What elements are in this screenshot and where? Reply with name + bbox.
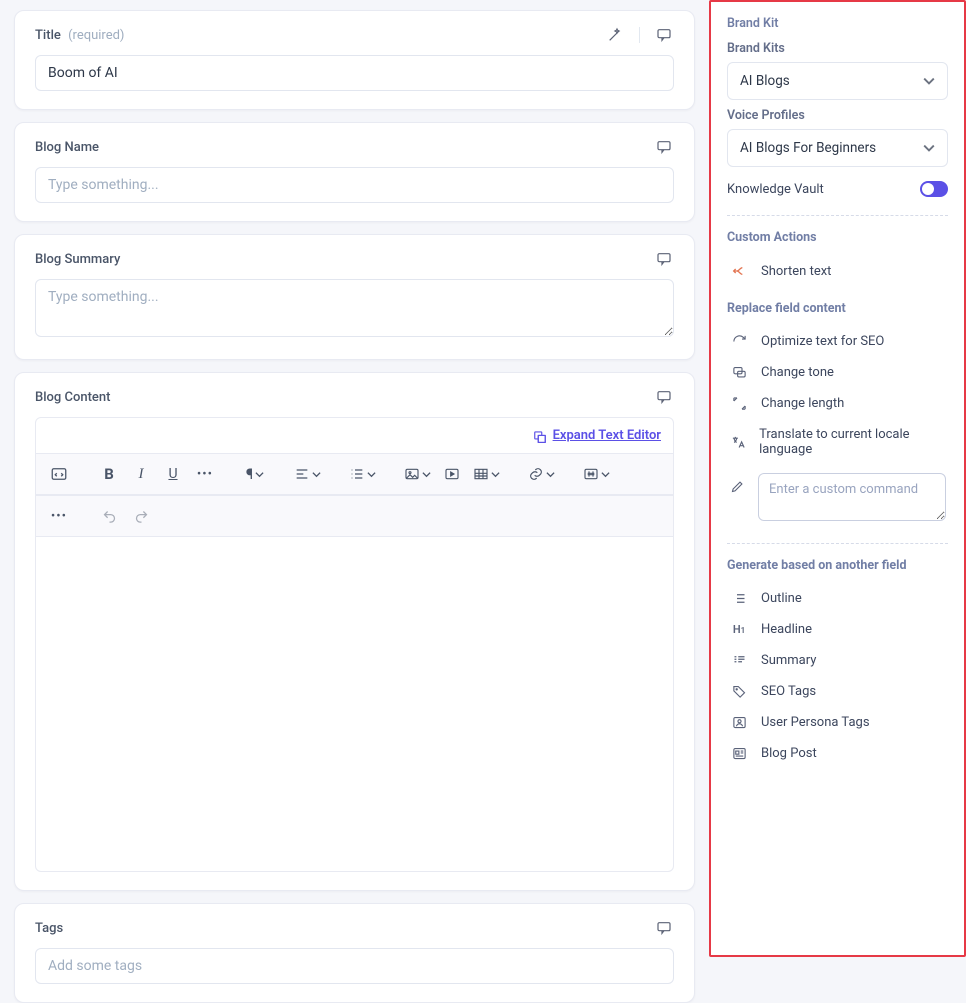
tags-label: Tags [35,921,63,936]
action-seo-tags[interactable]: SEO Tags [727,676,948,707]
blog-name-label: Blog Name [35,140,99,155]
table-dropdown[interactable] [469,460,504,488]
action-change-tone[interactable]: Change tone [727,357,948,388]
main-form: Title (required) Blog Name [0,0,709,957]
custom-actions-heading: Custom Actions [727,230,948,245]
tags-input[interactable] [35,948,674,984]
resize-icon [729,396,749,411]
blog-summary-input[interactable] [35,279,674,337]
magic-wand-icon[interactable] [605,25,625,45]
action-headline[interactable]: H1 Headline [727,614,948,645]
replace-heading: Replace field content [727,301,948,316]
refresh-icon [729,334,749,349]
voice-profiles-label: Voice Profiles [727,108,948,123]
blog-name-input[interactable] [35,167,674,203]
brand-kits-select[interactable]: AI Blogs [727,62,948,100]
brand-kit-heading: Brand Kit [727,16,948,31]
rich-editor: Expand Text Editor B I U ••• ¶ [35,417,674,872]
action-user-persona[interactable]: User Persona Tags [727,707,948,738]
more-icon[interactable]: ••• [44,502,74,530]
blog-content-input[interactable] [36,537,673,867]
knowledge-vault-toggle[interactable] [920,181,948,197]
voice-profiles-select[interactable]: AI Blogs For Beginners [727,129,948,167]
list-icon [729,591,749,606]
blog-icon [729,746,749,761]
action-optimize-seo[interactable]: Optimize text for SEO [727,326,948,357]
hash-dropdown[interactable] [579,460,614,488]
chevron-down-icon [923,142,935,154]
heading-icon: H1 [729,623,749,636]
action-translate[interactable]: Translate to current locale language [727,419,948,465]
blog-summary-label: Blog Summary [35,252,120,267]
code-block-icon[interactable] [44,460,74,488]
undo-icon[interactable] [94,502,124,530]
knowledge-vault-label: Knowledge Vault [727,182,824,197]
divider [727,215,948,216]
action-shorten-text[interactable]: Shorten text [727,255,948,287]
underline-icon[interactable]: U [158,460,188,488]
chat-icon [729,365,749,380]
pencil-icon [729,473,746,494]
title-input[interactable] [35,55,674,91]
tags-card: Tags [14,903,695,1003]
tag-icon [729,684,749,699]
shorten-icon [729,263,749,279]
title-card: Title (required) [14,10,695,110]
ai-sidebar: Brand Kit Brand Kits AI Blogs Voice Prof… [709,0,966,957]
divider [727,543,948,544]
redo-icon[interactable] [126,502,156,530]
align-dropdown[interactable] [290,460,325,488]
video-icon[interactable] [437,460,467,488]
italic-icon[interactable]: I [126,460,156,488]
action-blog-post[interactable]: Blog Post [727,738,948,769]
action-outline[interactable]: Outline [727,583,948,614]
bold-icon[interactable]: B [94,460,124,488]
more-format-icon[interactable]: ••• [190,460,220,488]
action-summary[interactable]: Summary [727,645,948,676]
editor-toolbar-2: ••• [36,495,673,537]
brand-kits-label: Brand Kits [727,41,948,56]
comment-icon[interactable] [654,249,674,269]
blog-name-card: Blog Name [14,122,695,222]
editor-toolbar: B I U ••• ¶ [36,453,673,495]
summary-icon [729,653,749,668]
comment-icon[interactable] [654,918,674,938]
image-dropdown[interactable] [400,460,435,488]
comment-icon[interactable] [654,25,674,45]
title-label: Title (required) [35,28,124,43]
blog-content-card: Blog Content Expand Text Editor B I U [14,372,695,891]
expand-editor-link[interactable]: Expand Text Editor [533,428,661,443]
icon-divider [639,27,640,43]
list-dropdown[interactable] [345,460,380,488]
blog-summary-card: Blog Summary [14,234,695,360]
action-change-length[interactable]: Change length [727,388,948,419]
paragraph-dropdown[interactable]: ¶ [240,460,270,488]
user-tag-icon [729,715,749,730]
generate-heading: Generate based on another field [727,558,948,573]
comment-icon[interactable] [654,137,674,157]
blog-content-label: Blog Content [35,390,110,405]
link-dropdown[interactable] [524,460,559,488]
translate-icon [729,435,747,450]
chevron-down-icon [923,75,935,87]
custom-command-input[interactable] [758,473,946,521]
comment-icon[interactable] [654,387,674,407]
